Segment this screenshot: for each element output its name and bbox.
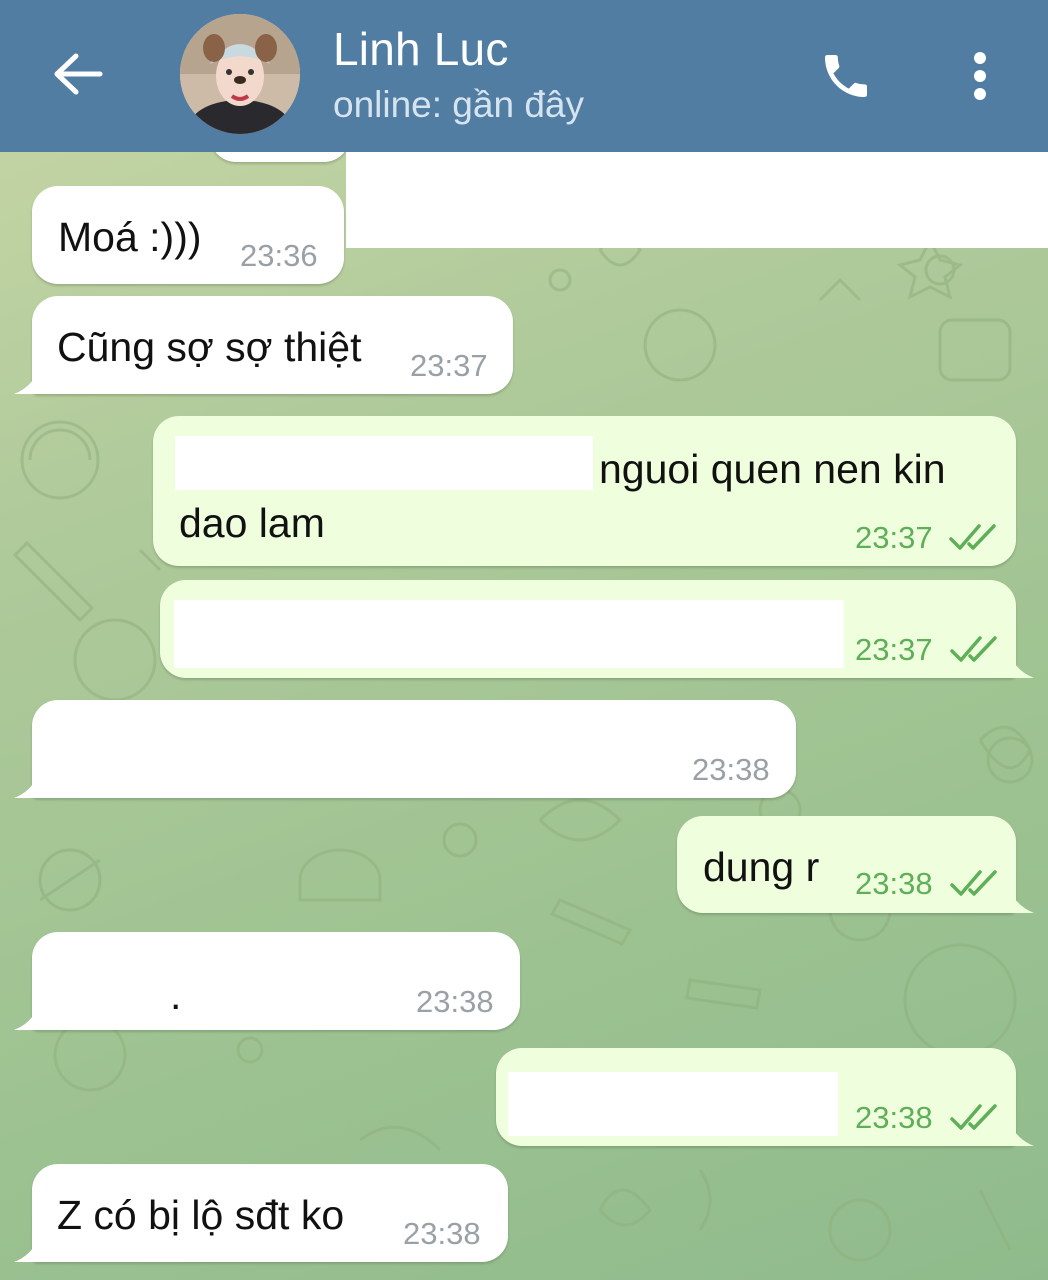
message-text-line2: dao lam — [179, 500, 325, 546]
message-time: 23:37 — [855, 632, 933, 667]
chat-header: Linh Luc online: gần đây — [0, 0, 1048, 152]
message-time: 23:36 — [240, 238, 318, 273]
more-options-button[interactable] — [952, 40, 1008, 112]
double-check-icon — [950, 636, 997, 662]
message-bubble-outgoing[interactable]: nguoi quen nen kin dao lam 23:37 — [153, 416, 1016, 566]
message-time: 23:38 — [403, 1216, 481, 1251]
message-text: Cũng sợ sợ thiệt — [57, 324, 362, 370]
message-bubble-outgoing[interactable]: 23:37 — [160, 580, 1016, 678]
bubble-tail — [1010, 656, 1034, 678]
double-check-icon — [950, 870, 997, 896]
message-text: . — [170, 972, 182, 1018]
bubble-tail — [1010, 1124, 1034, 1146]
bubble-tail — [14, 372, 38, 394]
message-bubble-outgoing[interactable]: 23:38 — [496, 1048, 1016, 1146]
message-bubble-incoming[interactable]: Cũng sợ sợ thiệt 23:37 — [32, 296, 513, 394]
arrow-left-icon — [54, 53, 103, 95]
double-check-icon — [949, 524, 996, 550]
bubble-tail — [14, 776, 38, 798]
message-text: dung r — [703, 844, 820, 890]
redaction-block — [508, 1072, 838, 1136]
message-time: 23:37 — [855, 520, 933, 555]
message-time: 23:38 — [855, 1100, 933, 1135]
message-time: 23:37 — [410, 348, 488, 383]
call-button[interactable] — [808, 40, 884, 112]
message-text: Moá :))) — [58, 214, 202, 260]
message-time: 23:38 — [855, 866, 933, 901]
message-bubble-incoming[interactable]: Z có bị lộ sđt ko 23:38 — [32, 1164, 508, 1262]
bubble-tail — [14, 1240, 38, 1262]
bubble-tail — [14, 1008, 38, 1030]
message-time: 23:38 — [692, 752, 770, 787]
redaction-block — [174, 600, 844, 668]
bubble-tail — [1010, 891, 1034, 913]
contact-name[interactable]: Linh Luc — [333, 22, 509, 76]
more-vertical-icon — [974, 52, 986, 100]
message-text-line1: nguoi quen nen kin — [599, 446, 946, 492]
back-button[interactable] — [40, 40, 116, 108]
contact-status: online: gần đây — [333, 84, 584, 125]
message-bubble-incoming[interactable]: 23:38 — [32, 700, 796, 798]
avatar-photo — [180, 14, 300, 134]
redaction-block — [346, 152, 1048, 248]
contact-avatar[interactable] — [180, 14, 300, 134]
message-time: 23:38 — [416, 984, 494, 1019]
message-bubble-outgoing[interactable]: dung r 23:38 — [677, 816, 1016, 913]
redaction-block — [175, 436, 593, 490]
double-check-icon — [950, 1104, 997, 1130]
message-bubble-incoming[interactable]: Moá :))) 23:36 — [32, 186, 344, 284]
message-bubble-incoming[interactable]: . 23:38 — [32, 932, 520, 1030]
phone-icon — [825, 55, 867, 97]
message-text: Z có bị lộ sđt ko — [57, 1192, 345, 1238]
